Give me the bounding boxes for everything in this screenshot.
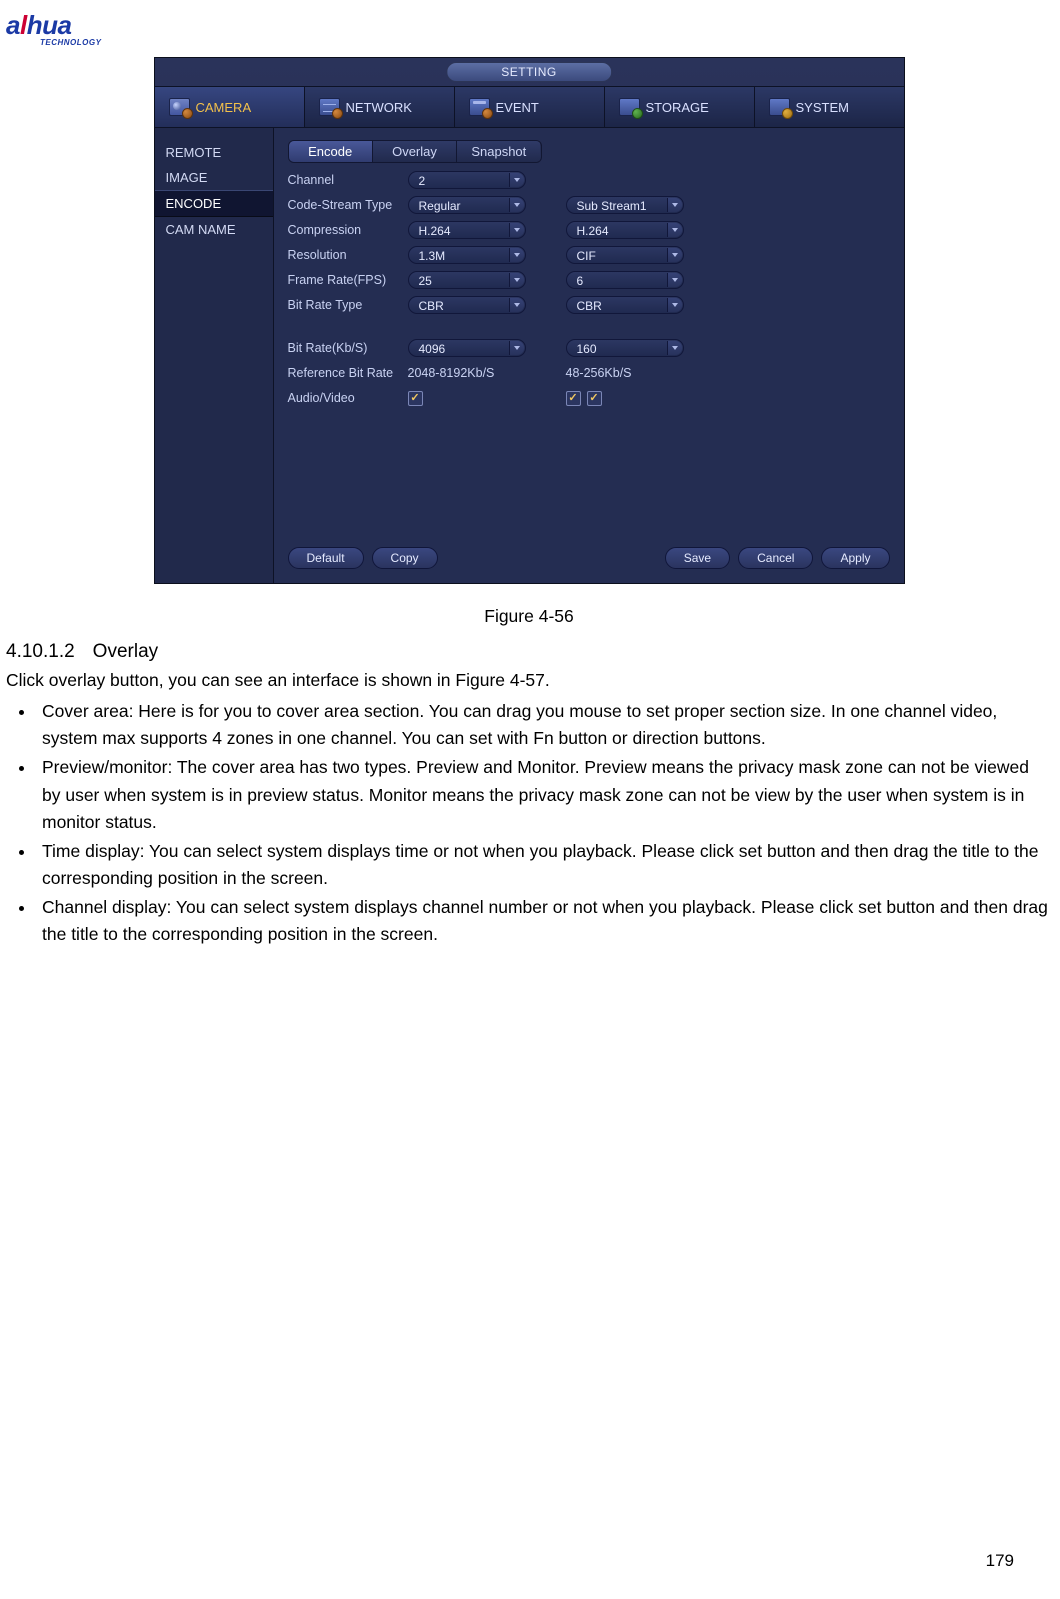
- sidebar-item-image[interactable]: IMAGE: [155, 165, 273, 190]
- label-audiovideo: Audio/Video: [288, 391, 408, 405]
- value-refbitrate-main: 2048-8192Kb/S: [408, 366, 526, 380]
- chevron-down-icon: [667, 273, 682, 287]
- main-tabs: CAMERA NETWORK EVENT STORAGE SYSTEM: [155, 86, 904, 128]
- label-compression: Compression: [288, 223, 408, 237]
- sidebar-item-remote[interactable]: REMOTE: [155, 140, 273, 165]
- chevron-down-icon: [509, 173, 524, 187]
- sidebar-item-camname[interactable]: CAM NAME: [155, 217, 273, 242]
- sidebar-item-encode[interactable]: ENCODE: [155, 190, 273, 217]
- select-resolution-main[interactable]: 1.3M: [408, 246, 526, 264]
- list-item: Time display: You can select system disp…: [36, 838, 1052, 892]
- copy-button[interactable]: Copy: [372, 547, 438, 569]
- chevron-down-icon: [667, 223, 682, 237]
- select-framerate-sub[interactable]: 6: [566, 271, 684, 289]
- label-resolution: Resolution: [288, 248, 408, 262]
- event-icon: [469, 98, 490, 116]
- chevron-down-icon: [667, 298, 682, 312]
- apply-button[interactable]: Apply: [821, 547, 889, 569]
- sub-tabs: Encode Overlay Snapshot: [288, 140, 542, 163]
- label-channel: Channel: [288, 173, 408, 187]
- tab-label: CAMERA: [196, 100, 252, 115]
- list-item: Preview/monitor: The cover area has two …: [36, 754, 1052, 835]
- select-bitratetype-sub[interactable]: CBR: [566, 296, 684, 314]
- select-codestream-sub[interactable]: Sub Stream1: [566, 196, 684, 214]
- tab-network[interactable]: NETWORK: [305, 87, 455, 127]
- bullet-list: Cover area: Here is for you to cover are…: [6, 698, 1052, 948]
- chevron-down-icon: [509, 223, 524, 237]
- chevron-down-icon: [509, 198, 524, 212]
- content-area: Encode Overlay Snapshot Channel 2 Code-S…: [274, 128, 904, 583]
- intro-text: Click overlay button, you can see an int…: [6, 667, 1052, 694]
- tab-label: EVENT: [496, 100, 539, 115]
- select-compression-sub[interactable]: H.264: [566, 221, 684, 239]
- chevron-down-icon: [667, 198, 682, 212]
- chevron-down-icon: [509, 248, 524, 262]
- tab-label: STORAGE: [646, 100, 709, 115]
- brand-logo-sub: TECHNOLOGY: [40, 38, 1052, 47]
- sidebar: REMOTE IMAGE ENCODE CAM NAME: [155, 128, 274, 583]
- select-compression-main[interactable]: H.264: [408, 221, 526, 239]
- panel-title: SETTING: [446, 62, 612, 82]
- default-button[interactable]: Default: [288, 547, 364, 569]
- chevron-down-icon: [667, 248, 682, 262]
- page-number: 179: [986, 1551, 1014, 1571]
- checkbox-av-main[interactable]: [408, 391, 423, 406]
- checkbox-av-sub1[interactable]: [566, 391, 581, 406]
- network-icon: [319, 98, 340, 116]
- select-resolution-sub[interactable]: CIF: [566, 246, 684, 264]
- figure-caption: Figure 4-56: [6, 606, 1052, 627]
- select-framerate-main[interactable]: 25: [408, 271, 526, 289]
- subtab-overlay[interactable]: Overlay: [373, 141, 457, 162]
- storage-icon: [619, 98, 640, 116]
- label-bitrate: Bit Rate(Kb/S): [288, 341, 408, 355]
- checkbox-av-sub2[interactable]: [587, 391, 602, 406]
- chevron-down-icon: [509, 298, 524, 312]
- select-bitratetype-main[interactable]: CBR: [408, 296, 526, 314]
- settings-panel: SETTING CAMERA NETWORK EVENT STORAGE SYS…: [154, 57, 905, 584]
- bottom-buttons: Default Copy Save Cancel Apply: [288, 547, 890, 569]
- tab-system[interactable]: SYSTEM: [755, 87, 904, 127]
- tab-event[interactable]: EVENT: [455, 87, 605, 127]
- label-framerate: Frame Rate(FPS): [288, 273, 408, 287]
- tab-camera[interactable]: CAMERA: [155, 87, 305, 127]
- label-codestream: Code-Stream Type: [288, 198, 408, 212]
- panel-titlebar: SETTING: [155, 58, 904, 86]
- brand-logo: alhua: [6, 10, 1052, 41]
- tab-storage[interactable]: STORAGE: [605, 87, 755, 127]
- section-heading: 4.10.1.2Overlay: [6, 641, 1052, 663]
- list-item: Cover area: Here is for you to cover are…: [36, 698, 1052, 752]
- system-icon: [769, 98, 790, 116]
- label-refbitrate: Reference Bit Rate: [288, 366, 408, 380]
- select-bitrate-main[interactable]: 4096: [408, 339, 526, 357]
- camera-icon: [169, 98, 190, 116]
- cancel-button[interactable]: Cancel: [738, 547, 813, 569]
- select-codestream-main[interactable]: Regular: [408, 196, 526, 214]
- tab-label: SYSTEM: [796, 100, 849, 115]
- select-bitrate-sub[interactable]: 160: [566, 339, 684, 357]
- label-bitratetype: Bit Rate Type: [288, 298, 408, 312]
- chevron-down-icon: [509, 341, 524, 355]
- list-item: Channel display: You can select system d…: [36, 894, 1052, 948]
- chevron-down-icon: [509, 273, 524, 287]
- select-channel[interactable]: 2: [408, 171, 526, 189]
- tab-label: NETWORK: [346, 100, 412, 115]
- chevron-down-icon: [667, 341, 682, 355]
- subtab-snapshot[interactable]: Snapshot: [457, 141, 540, 162]
- value-refbitrate-sub: 48-256Kb/S: [566, 366, 684, 380]
- subtab-encode[interactable]: Encode: [289, 141, 373, 162]
- save-button[interactable]: Save: [665, 547, 730, 569]
